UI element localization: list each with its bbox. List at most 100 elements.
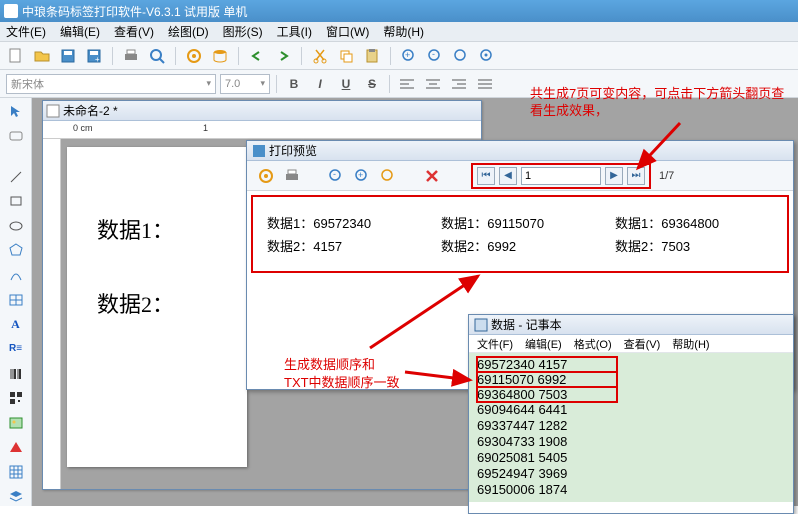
- round-rect-tool-icon[interactable]: [5, 127, 27, 146]
- menu-edit[interactable]: 编辑(E): [60, 23, 100, 40]
- zoom-100-icon[interactable]: [477, 46, 497, 66]
- separator: [276, 75, 277, 93]
- settings-icon[interactable]: [184, 46, 204, 66]
- label-field-1[interactable]: 数据1：: [97, 213, 174, 245]
- preview-zoom-out-icon[interactable]: -: [327, 167, 345, 185]
- align-center-button[interactable]: [422, 74, 444, 94]
- np-menu-edit[interactable]: 编辑(E): [525, 336, 562, 352]
- preview-close-icon[interactable]: [423, 167, 441, 185]
- font-value: 新宋体: [11, 76, 44, 92]
- ruler-horizontal: 0 cm 1: [43, 121, 481, 139]
- image-tool-icon[interactable]: [5, 413, 27, 432]
- curve-tool-icon[interactable]: [5, 266, 27, 285]
- db-icon[interactable]: [210, 46, 230, 66]
- doc-icon: [47, 105, 59, 117]
- preview-label-2: 数据1：69115070 数据2：6992: [433, 203, 607, 265]
- svg-text:+: +: [405, 50, 410, 60]
- zoom-in-icon[interactable]: +: [399, 46, 419, 66]
- font-combo[interactable]: 新宋体▾: [6, 74, 216, 94]
- menu-file[interactable]: 文件(E): [6, 23, 46, 40]
- app-icon: [4, 4, 18, 18]
- save-icon[interactable]: [58, 46, 78, 66]
- lbl2-line2: 数据2：6992: [441, 236, 599, 255]
- preview-settings-icon[interactable]: [257, 167, 275, 185]
- first-page-button[interactable]: ⏮: [477, 167, 495, 185]
- np-menu-view[interactable]: 查看(V): [624, 336, 661, 352]
- svg-text:-: -: [432, 49, 435, 59]
- menu-help[interactable]: 帮助(H): [383, 23, 424, 40]
- polygon-tool-icon[interactable]: [5, 241, 27, 260]
- open-icon[interactable]: [32, 46, 52, 66]
- notepad-titlebar[interactable]: 数据 - 记事本: [469, 315, 793, 335]
- np-line-hl: 69364800 7503: [477, 387, 617, 402]
- annotation-mid1: 生成数据顺序和: [284, 354, 375, 373]
- grid-tool-icon[interactable]: [5, 463, 27, 482]
- font-size-combo[interactable]: 7.0▾: [220, 74, 270, 94]
- align-justify-button[interactable]: [474, 74, 496, 94]
- svg-text:-: -: [333, 169, 336, 179]
- paste-icon[interactable]: [362, 46, 382, 66]
- ruler-mark: 1: [203, 123, 208, 133]
- undo-icon[interactable]: [247, 46, 267, 66]
- page-input[interactable]: [521, 167, 601, 185]
- italic-button[interactable]: I: [309, 74, 331, 94]
- preview-icon[interactable]: [147, 46, 167, 66]
- new-doc-icon[interactable]: [6, 46, 26, 66]
- preview-zoom-in-icon[interactable]: +: [353, 167, 371, 185]
- preview-labels-row: 数据1：69572340 数据2：4157 数据1：69115070 数据2：6…: [251, 195, 789, 273]
- np-menu-help[interactable]: 帮助(H): [672, 336, 709, 352]
- ellipse-tool-icon[interactable]: [5, 216, 27, 235]
- pointer-tool-icon[interactable]: [5, 102, 27, 121]
- preview-print-icon[interactable]: [283, 167, 301, 185]
- menu-tools[interactable]: 工具(I): [277, 23, 312, 40]
- redo-icon[interactable]: [273, 46, 293, 66]
- print-icon[interactable]: [121, 46, 141, 66]
- saveas-icon[interactable]: +: [84, 46, 104, 66]
- rect-tool-icon[interactable]: [5, 192, 27, 211]
- next-page-button[interactable]: ▶: [605, 167, 623, 185]
- app-title: 中琅条码标签打印软件-V6.3.1 试用版 单机: [22, 3, 247, 20]
- label-page[interactable]: 数据1： 数据2：: [67, 147, 247, 467]
- ruler-mark: 0 cm: [73, 123, 93, 133]
- preview-titlebar[interactable]: 打印预览: [247, 141, 793, 161]
- underline-button[interactable]: U: [335, 74, 357, 94]
- svg-text:+: +: [95, 55, 100, 64]
- separator: [390, 47, 391, 65]
- label-field-2[interactable]: 数据2：: [97, 287, 174, 319]
- annotation-mid2: TXT中数据顺序一致: [284, 372, 400, 391]
- layers-tool-icon[interactable]: [5, 487, 27, 506]
- separator: [238, 47, 239, 65]
- np-line: 69025081 5405: [477, 450, 567, 465]
- line-tool-icon[interactable]: [5, 167, 27, 186]
- notepad-title: 数据 - 记事本: [491, 316, 562, 333]
- separator: [389, 75, 390, 93]
- menu-draw[interactable]: 绘图(D): [168, 23, 209, 40]
- prev-page-button[interactable]: ◀: [499, 167, 517, 185]
- np-menu-format[interactable]: 格式(O): [574, 336, 612, 352]
- align-left-button[interactable]: [396, 74, 418, 94]
- cut-icon[interactable]: [310, 46, 330, 66]
- preview-zoom-fit-icon[interactable]: [379, 167, 397, 185]
- barcode-tool-icon[interactable]: [5, 364, 27, 383]
- qrcode-tool-icon[interactable]: [5, 389, 27, 408]
- table-tool-icon[interactable]: [5, 290, 27, 309]
- menu-window[interactable]: 窗口(W): [326, 23, 369, 40]
- zoom-out-icon[interactable]: -: [425, 46, 445, 66]
- copy-icon[interactable]: [336, 46, 356, 66]
- bold-button[interactable]: B: [283, 74, 305, 94]
- main-toolbar: + + -: [0, 42, 798, 70]
- shape-triangle-icon[interactable]: [5, 438, 27, 457]
- lbl1-line2: 数据2：4157: [267, 236, 425, 255]
- menu-shape[interactable]: 图形(S): [223, 23, 263, 40]
- doc-titlebar[interactable]: 未命名-2 *: [43, 101, 481, 121]
- notepad-window: 数据 - 记事本 文件(F) 编辑(E) 格式(O) 查看(V) 帮助(H) 6…: [468, 314, 794, 514]
- strike-button[interactable]: S: [361, 74, 383, 94]
- annotation-top: 共生成7页可变内容，可点击下方箭头翻页查看生成效果，: [530, 86, 790, 120]
- np-line: 69150006 1874: [477, 482, 567, 497]
- menu-view[interactable]: 查看(V): [114, 23, 154, 40]
- zoom-fit-icon[interactable]: [451, 46, 471, 66]
- richtext-tool-icon[interactable]: R≡: [5, 340, 27, 359]
- notepad-text[interactable]: 69572340 415769115070 699269364800 75036…: [469, 353, 793, 502]
- text-tool-icon[interactable]: A: [5, 315, 27, 334]
- align-right-button[interactable]: [448, 74, 470, 94]
